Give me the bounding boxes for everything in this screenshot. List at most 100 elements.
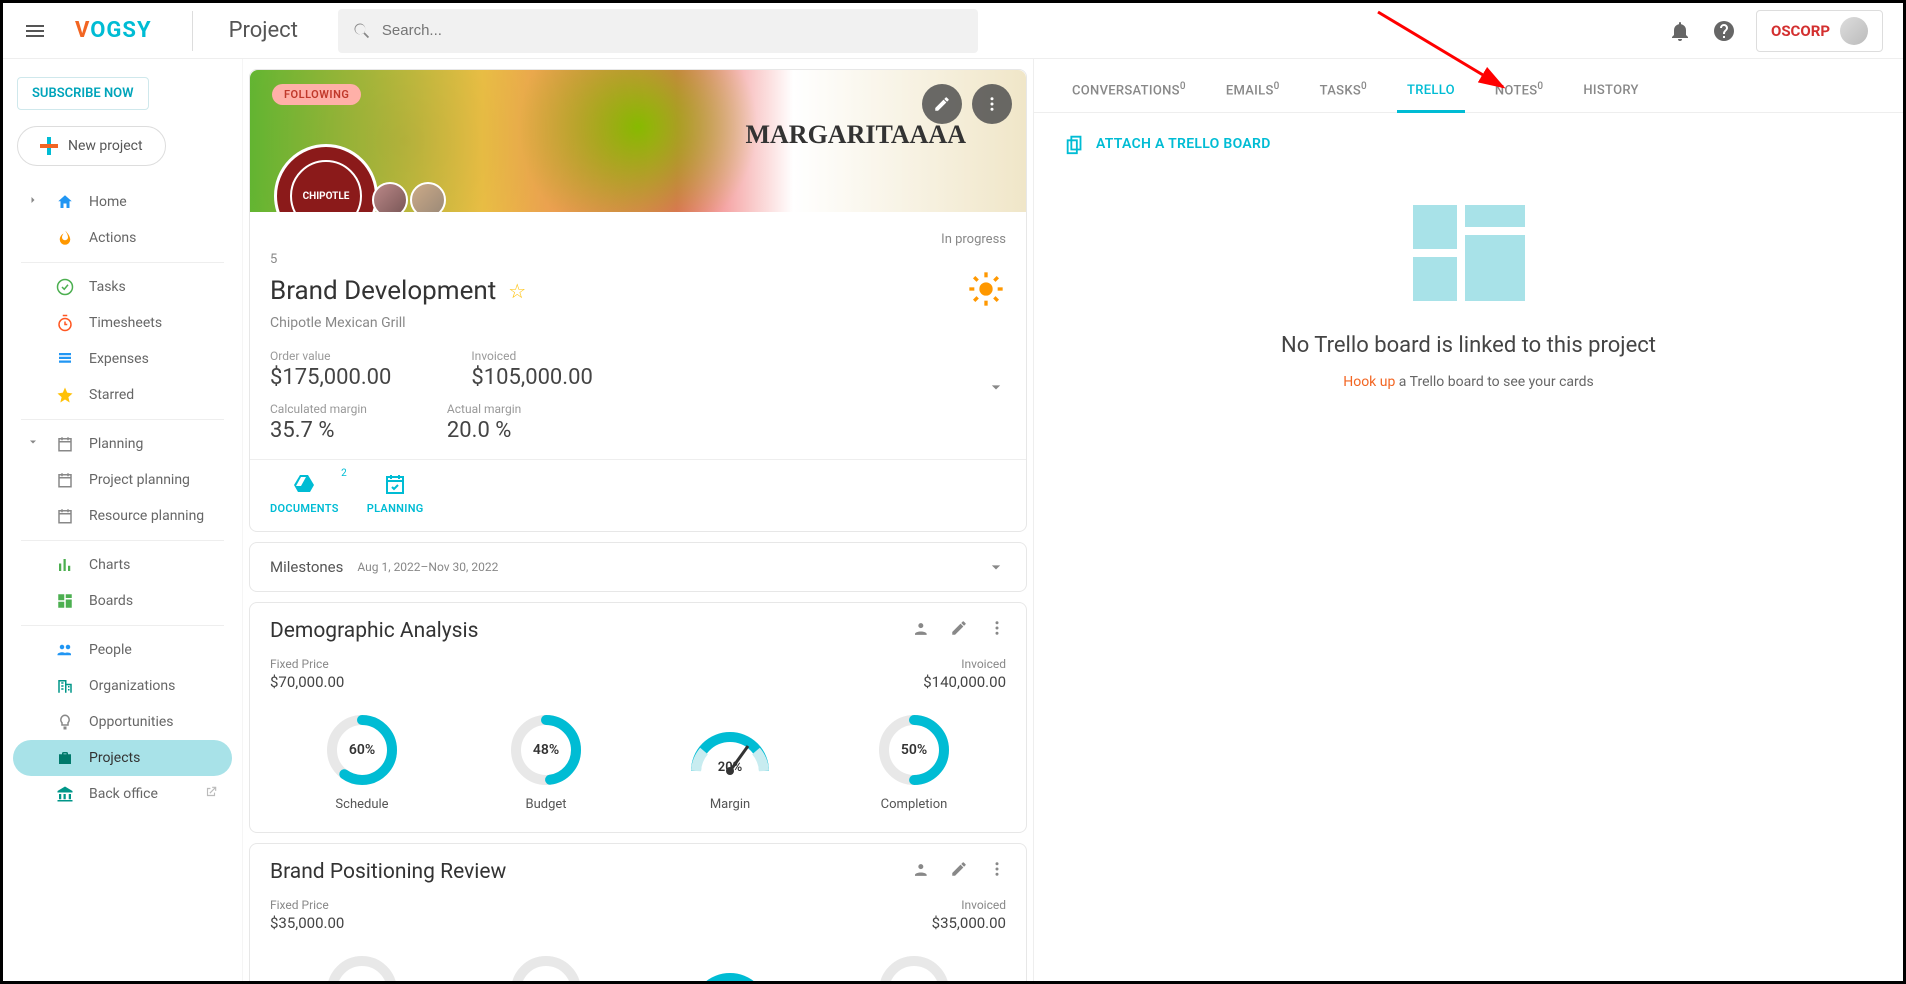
expand-chevron[interactable] — [986, 377, 1006, 401]
nav-actions[interactable]: Actions — [13, 220, 232, 256]
hero-brand-text: MARGARITAAAA — [745, 120, 966, 150]
drive-icon — [292, 472, 316, 496]
help-icon[interactable] — [1712, 19, 1736, 43]
tab-trello[interactable]: TRELLO — [1387, 83, 1475, 112]
team-avatar-1 — [372, 182, 408, 212]
nav-home[interactable]: Home — [13, 184, 232, 220]
home-icon — [55, 192, 75, 212]
invoiced-value: $105,000.00 — [471, 365, 592, 390]
trello-empty-sub: Hook up a Trello board to see your cards — [1074, 374, 1863, 390]
nav-opportunities[interactable]: Opportunities — [13, 704, 232, 740]
check-icon — [55, 277, 75, 297]
chart-icon — [55, 555, 75, 575]
more-icon[interactable] — [988, 619, 1006, 643]
team-avatar-2 — [410, 182, 446, 212]
nav-boards[interactable]: Boards — [13, 583, 232, 619]
project-title: Brand Development — [270, 276, 496, 306]
hookup-link[interactable]: Hook up — [1343, 374, 1395, 390]
org-chip[interactable]: OSCORP — [1756, 10, 1883, 52]
actual-margin: 20.0 % — [447, 418, 521, 443]
donut-schedule: 0% — [323, 952, 401, 981]
gauge-margin: 20% — [686, 711, 774, 789]
more-button[interactable] — [972, 84, 1012, 124]
bank-icon — [55, 784, 75, 804]
nav-resource-planning[interactable]: Resource planning — [13, 498, 232, 534]
search-input[interactable] — [382, 22, 964, 39]
star-toggle[interactable]: ☆ — [508, 279, 526, 303]
edit-icon[interactable] — [950, 619, 968, 643]
nav-expenses[interactable]: Expenses — [13, 341, 232, 377]
edit-icon[interactable] — [950, 860, 968, 884]
planning-button[interactable]: PLANNING — [367, 472, 424, 515]
assign-icon[interactable] — [910, 619, 930, 643]
tab-emails[interactable]: EMAILS0 — [1206, 81, 1300, 112]
following-badge: FOLLOWING — [272, 84, 361, 105]
fire-icon — [55, 228, 75, 248]
section-title: Demographic Analysis — [270, 619, 478, 643]
hero-image: FOLLOWING MARGARITAAAA CHIPOTLE — [250, 70, 1026, 212]
project-number: 5 — [270, 252, 277, 267]
hamburger-menu-icon[interactable] — [23, 19, 47, 43]
nav-timesheets[interactable]: Timesheets — [13, 305, 232, 341]
donut-budget: 0% — [507, 952, 585, 981]
invoiced-amount: $140,000.00 — [923, 673, 1006, 691]
tab-notes[interactable]: NOTES0 — [1475, 81, 1564, 112]
search-bar[interactable] — [338, 9, 978, 53]
trello-empty-graphic — [1413, 205, 1525, 301]
donut-completion: 50% — [875, 711, 953, 789]
timer-icon — [55, 313, 75, 333]
chevron-down-icon — [27, 436, 39, 448]
page-title: Project — [192, 11, 298, 51]
nav-starred[interactable]: Starred — [13, 377, 232, 413]
calendar-check-icon — [383, 472, 407, 496]
nav-tasks[interactable]: Tasks — [13, 269, 232, 305]
more-icon[interactable] — [988, 860, 1006, 884]
tab-tasks[interactable]: TASKS0 — [1300, 81, 1387, 112]
milestones-card[interactable]: Milestones Aug 1, 2022–Nov 30, 2022 — [249, 542, 1027, 592]
section-demographic: Demographic Analysis Fixed PriceInvoiced… — [249, 602, 1027, 833]
nav-back-office[interactable]: Back office — [13, 776, 232, 812]
bell-icon[interactable] — [1668, 19, 1692, 43]
search-icon — [352, 21, 372, 41]
attach-trello-button[interactable]: ATTACH A TRELLO BOARD — [1034, 113, 1903, 175]
sun-icon — [966, 269, 1006, 313]
chevron-right-icon — [27, 194, 39, 206]
people-icon — [55, 640, 75, 660]
tab-history[interactable]: HISTORY — [1563, 83, 1658, 112]
nav-organizations[interactable]: Organizations — [13, 668, 232, 704]
calendar-icon — [55, 434, 75, 454]
nav-projects[interactable]: Projects — [13, 740, 232, 776]
building-icon — [55, 676, 75, 696]
donut-schedule: 60% — [323, 711, 401, 789]
assign-icon[interactable] — [910, 860, 930, 884]
order-value: $175,000.00 — [270, 365, 391, 390]
edit-button[interactable] — [922, 84, 962, 124]
section-brand-positioning: Brand Positioning Review Fixed PriceInvo… — [249, 843, 1027, 981]
board-icon — [55, 591, 75, 611]
chevron-down-icon — [986, 557, 1006, 577]
donut-budget: 48% — [507, 711, 585, 789]
project-hero-card: FOLLOWING MARGARITAAAA CHIPOTLE 5 — [249, 69, 1027, 532]
user-avatar — [1840, 17, 1868, 45]
new-project-button[interactable]: New project — [17, 126, 166, 166]
fixed-price: $70,000.00 — [270, 673, 344, 691]
gauge-margin: 0% — [686, 952, 774, 981]
nav-project-planning[interactable]: Project planning — [13, 462, 232, 498]
subscribe-button[interactable]: SUBSCRIBE NOW — [17, 77, 149, 110]
bulb-icon — [55, 712, 75, 732]
new-project-label: New project — [68, 138, 143, 154]
plus-icon — [40, 137, 58, 155]
sidebar: SUBSCRIBE NOW New project Home Actions T… — [3, 59, 243, 981]
tab-conversations[interactable]: CONVERSATIONS0 — [1052, 81, 1206, 112]
nav-people[interactable]: People — [13, 632, 232, 668]
external-link-icon — [204, 785, 218, 803]
project-status: In progress — [941, 232, 1006, 247]
star-icon — [55, 385, 75, 405]
org-name: OSCORP — [1771, 22, 1830, 40]
fixed-price: $35,000.00 — [270, 914, 344, 932]
logo: VOGSY — [75, 18, 152, 43]
nav-charts[interactable]: Charts — [13, 547, 232, 583]
nav-planning[interactable]: Planning — [13, 426, 232, 462]
attach-icon — [1064, 133, 1086, 155]
documents-button[interactable]: 2 DOCUMENTS — [270, 472, 339, 515]
